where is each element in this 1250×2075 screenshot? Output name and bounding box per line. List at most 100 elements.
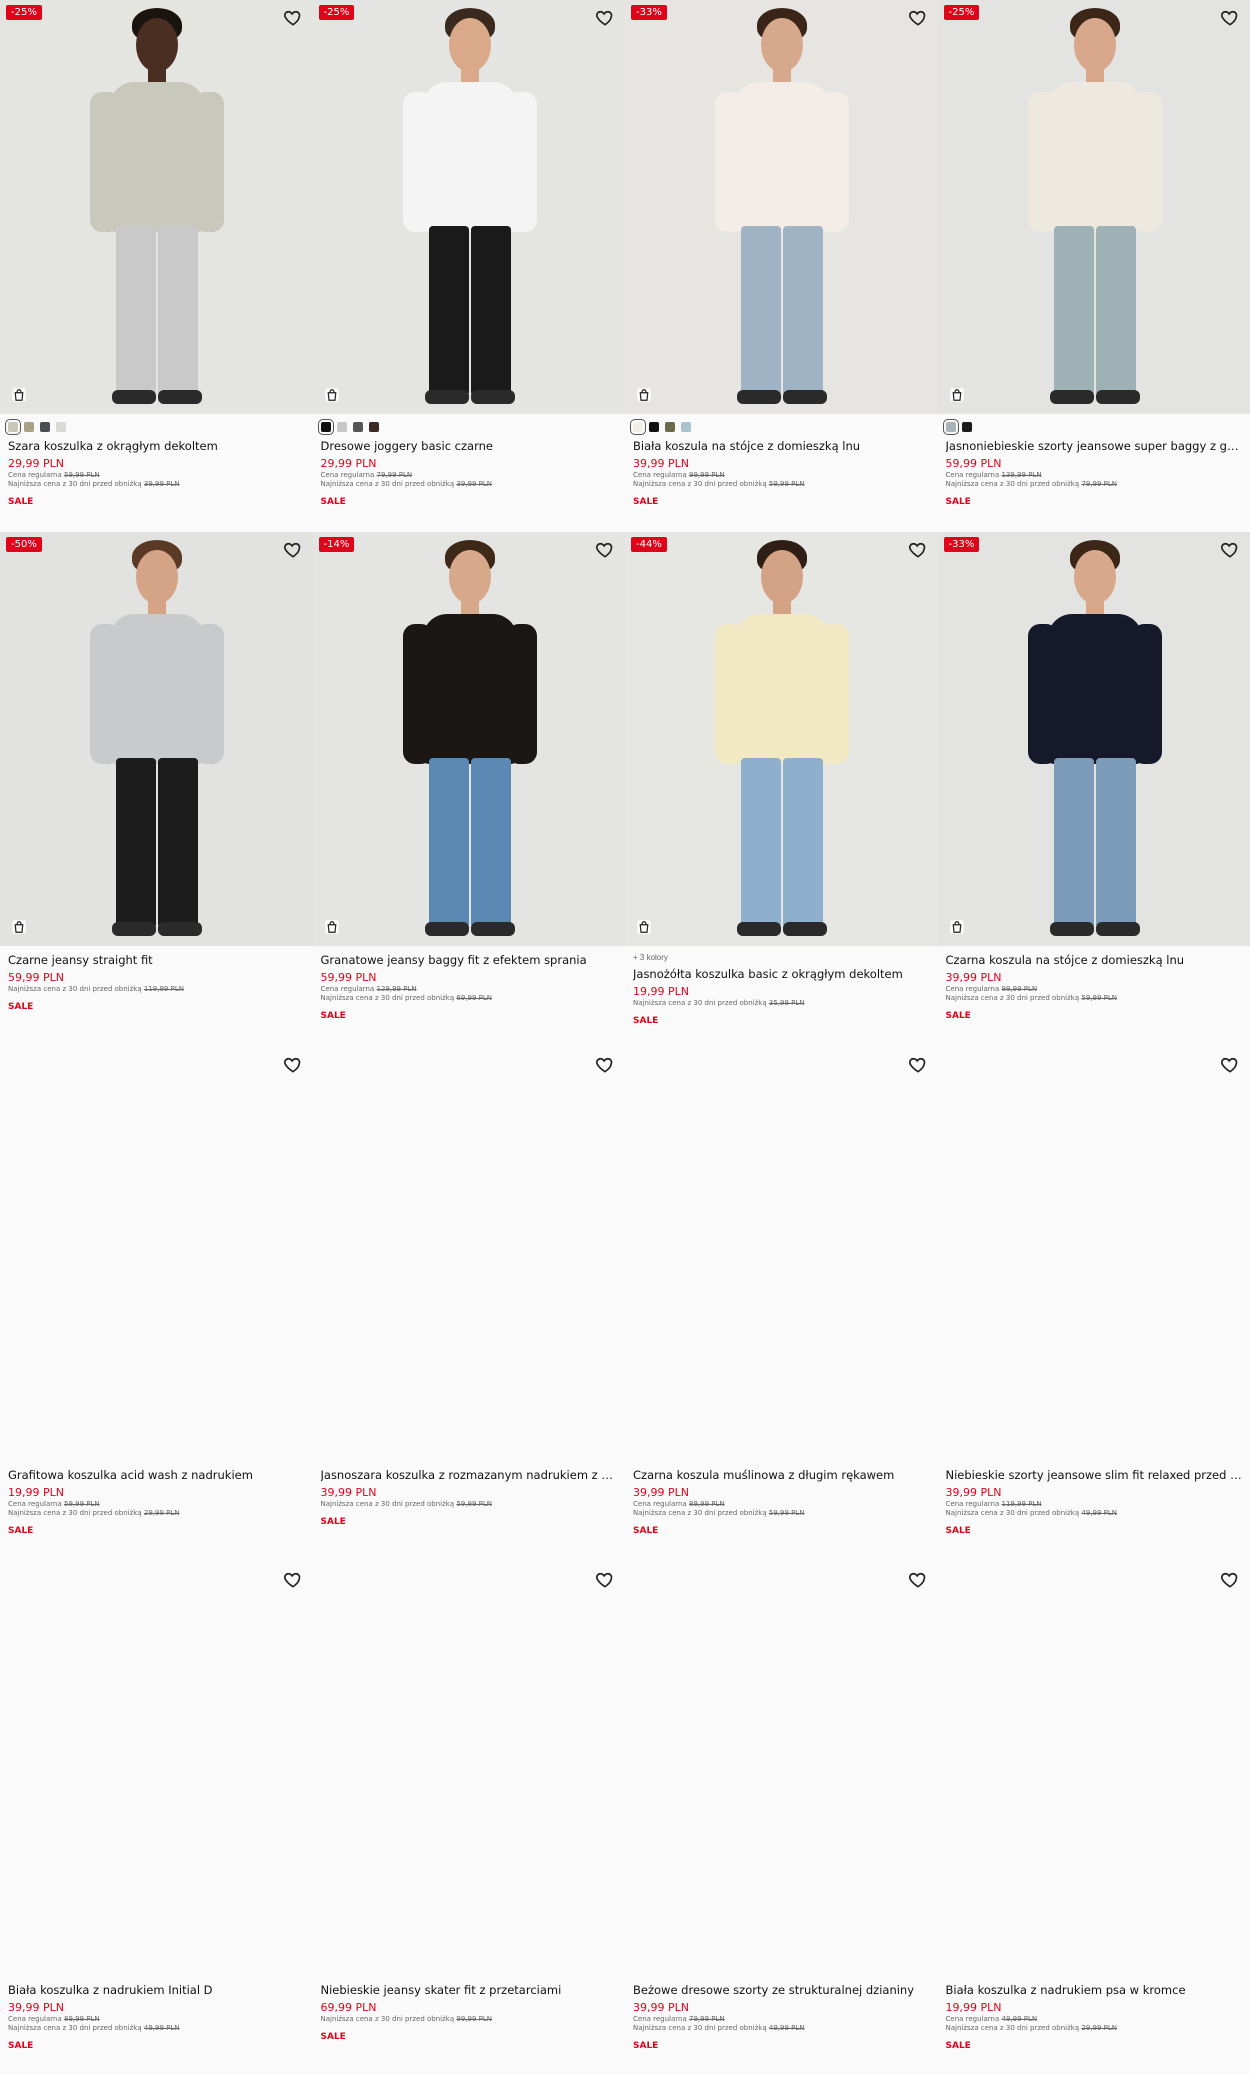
wishlist-heart-icon[interactable]	[283, 8, 303, 28]
product-card[interactable]: -50% Czarne jeansy straight fit 59,99 PLN N…	[0, 532, 313, 1047]
wishlist-heart-icon[interactable]	[283, 1570, 303, 1590]
wishlist-heart-icon[interactable]	[595, 540, 615, 560]
more-colors-label[interactable]: + 3 kolory	[633, 952, 930, 964]
color-swatch[interactable]	[630, 419, 646, 435]
product-name[interactable]: Dresowe joggery basic czarne	[321, 438, 618, 454]
discount-badge: -25%	[6, 5, 42, 20]
wishlist-heart-icon[interactable]	[595, 1055, 615, 1075]
color-swatch[interactable]	[942, 419, 959, 435]
product-name[interactable]: Biała koszulka z nadrukiem psa w kromce	[946, 1982, 1243, 1998]
wishlist-heart-icon[interactable]	[1220, 8, 1240, 28]
product-card[interactable]: -14% Granatowe jeansy baggy fit z efektem…	[312, 532, 625, 1047]
product-price: 59,99 PLN	[945, 457, 1002, 470]
add-to-bag-icon[interactable]	[10, 918, 28, 936]
wishlist-heart-icon[interactable]	[595, 8, 615, 28]
wishlist-heart-icon[interactable]	[283, 540, 303, 560]
wishlist-heart-icon[interactable]	[908, 1055, 928, 1075]
color-swatch[interactable]	[961, 422, 972, 432]
product-name[interactable]: Niebieskie jeansy skater fit z przetarci…	[321, 1982, 618, 1998]
product-price: 29,99 PLN	[320, 457, 377, 470]
wishlist-heart-icon[interactable]	[595, 1570, 615, 1590]
lowest-price: Najniższa cena z 30 dni przed obniżką 49…	[633, 2024, 805, 2032]
product-card[interactable]: -25% Szara koszulka z okrągłym dekoltem 29…	[0, 0, 313, 532]
product-card[interactable]: -44% + 3 kolory Jasnożółta koszulka basic …	[625, 532, 938, 1047]
product-price: 39,99 PLN	[8, 2001, 64, 2014]
add-to-bag-icon[interactable]	[10, 386, 28, 404]
product-image[interactable]	[937, 1562, 1250, 1976]
wishlist-heart-icon[interactable]	[908, 1570, 928, 1590]
product-image[interactable]	[625, 1047, 938, 1461]
product-name[interactable]: Czarne jeansy straight fit	[8, 952, 305, 968]
product-name[interactable]: Czarna koszula na stójce z domieszką lnu	[946, 952, 1243, 968]
model-figure	[56, 0, 256, 414]
product-name[interactable]: Jasnożółta koszulka basic z okrągłym dek…	[633, 966, 930, 982]
product-card[interactable]: Jasnoszara koszulka z rozmazanym nadruki…	[312, 1047, 625, 1562]
color-swatch[interactable]	[336, 422, 347, 432]
add-to-bag-icon[interactable]	[948, 386, 966, 404]
product-image[interactable]	[312, 1047, 625, 1461]
color-swatch[interactable]	[352, 422, 363, 432]
add-to-bag-icon[interactable]	[948, 918, 966, 936]
product-card[interactable]: Grafitowa koszulka acid wash z nadrukiem…	[0, 1047, 313, 1562]
product-card[interactable]: Beżowe dresowe szorty ze strukturalnej d…	[625, 1562, 938, 2075]
wishlist-heart-icon[interactable]	[908, 540, 928, 560]
color-swatch[interactable]	[40, 422, 50, 432]
product-image[interactable]: -33%	[625, 0, 938, 414]
product-card[interactable]: Biała koszulka z nadrukiem Initial D 39,9…	[0, 1562, 313, 2075]
color-swatch[interactable]	[24, 422, 34, 432]
product-name[interactable]: Jasnoszara koszulka z rozmazanym nadruki…	[321, 1467, 618, 1483]
product-card[interactable]: -25% Jasnoniebieskie szorty jeansowe supe…	[937, 0, 1250, 532]
product-name[interactable]: Szara koszulka z okrągłym dekoltem	[8, 438, 305, 454]
color-swatch[interactable]	[5, 419, 21, 435]
product-name[interactable]: Biała koszulka z nadrukiem Initial D	[8, 1982, 305, 1998]
product-image[interactable]: -50%	[0, 532, 313, 946]
wishlist-heart-icon[interactable]	[1220, 540, 1240, 560]
product-image[interactable]: -14%	[312, 532, 625, 946]
model-figure	[994, 532, 1194, 946]
wishlist-heart-icon[interactable]	[908, 8, 928, 28]
product-image[interactable]: -44%	[625, 532, 938, 946]
product-image[interactable]	[625, 1562, 938, 1976]
regular-price: Cena regularna 59,99 PLN	[8, 1500, 100, 1508]
add-to-bag-icon[interactable]	[323, 918, 341, 936]
product-card[interactable]: Czarna koszula muślinowa z długim rękawe…	[625, 1047, 938, 1562]
color-swatch[interactable]	[56, 422, 66, 432]
product-name[interactable]: Niebieskie szorty jeansowe slim fit rela…	[946, 1467, 1243, 1483]
color-swatch[interactable]	[317, 419, 334, 435]
color-swatch[interactable]	[665, 422, 675, 432]
product-card[interactable]: -33% Biała koszula na stójce z domieszką …	[625, 0, 938, 532]
product-name[interactable]: Granatowe jeansy baggy fit z efektem spr…	[321, 952, 618, 968]
product-price: 19,99 PLN	[8, 1486, 64, 1499]
product-info: Czarna koszula muślinowa z długim rękawe…	[625, 1461, 938, 1536]
product-image[interactable]: -25%	[937, 0, 1250, 414]
product-name[interactable]: Beżowe dresowe szorty ze strukturalnej d…	[633, 1982, 930, 1998]
add-to-bag-icon[interactable]	[323, 386, 341, 404]
color-swatch[interactable]	[649, 422, 659, 432]
wishlist-heart-icon[interactable]	[283, 1055, 303, 1075]
product-card[interactable]: Niebieskie szorty jeansowe slim fit rela…	[937, 1047, 1250, 1562]
add-to-bag-icon[interactable]	[635, 918, 653, 936]
product-name[interactable]: Jasnoniebieskie szorty jeansowe super ba…	[946, 438, 1243, 454]
add-to-bag-icon[interactable]	[635, 386, 653, 404]
product-image[interactable]	[0, 1047, 313, 1461]
product-card[interactable]: -25% Dresowe joggery basic czarne 29,99 PL…	[312, 0, 625, 532]
product-name[interactable]: Czarna koszula muślinowa z długim rękawe…	[633, 1467, 930, 1483]
lowest-price: Najniższa cena z 30 dni przed obniżką 59…	[633, 480, 805, 488]
product-card[interactable]: Niebieskie jeansy skater fit z przetarci…	[312, 1562, 625, 2075]
color-swatches	[5, 419, 305, 435]
product-image[interactable]	[0, 1562, 313, 1976]
product-image[interactable]: -33%	[937, 532, 1250, 946]
product-image[interactable]	[937, 1047, 1250, 1461]
product-card[interactable]: -33% Czarna koszula na stójce z domieszką…	[937, 532, 1250, 1047]
product-card[interactable]: Biała koszulka z nadrukiem psa w kromce 1…	[937, 1562, 1250, 2075]
product-image[interactable]: -25%	[312, 0, 625, 414]
product-image[interactable]: -25%	[0, 0, 313, 414]
product-name[interactable]: Biała koszula na stójce z domieszką lnu	[633, 438, 930, 454]
wishlist-heart-icon[interactable]	[1220, 1055, 1240, 1075]
color-swatch[interactable]	[368, 422, 379, 432]
wishlist-heart-icon[interactable]	[1220, 1570, 1240, 1590]
color-swatch[interactable]	[681, 422, 691, 432]
product-image[interactable]	[312, 1562, 625, 1976]
product-name[interactable]: Grafitowa koszulka acid wash z nadrukiem	[8, 1467, 305, 1483]
lowest-price: Najniższa cena z 30 dni przed obniżką 39…	[320, 480, 493, 488]
